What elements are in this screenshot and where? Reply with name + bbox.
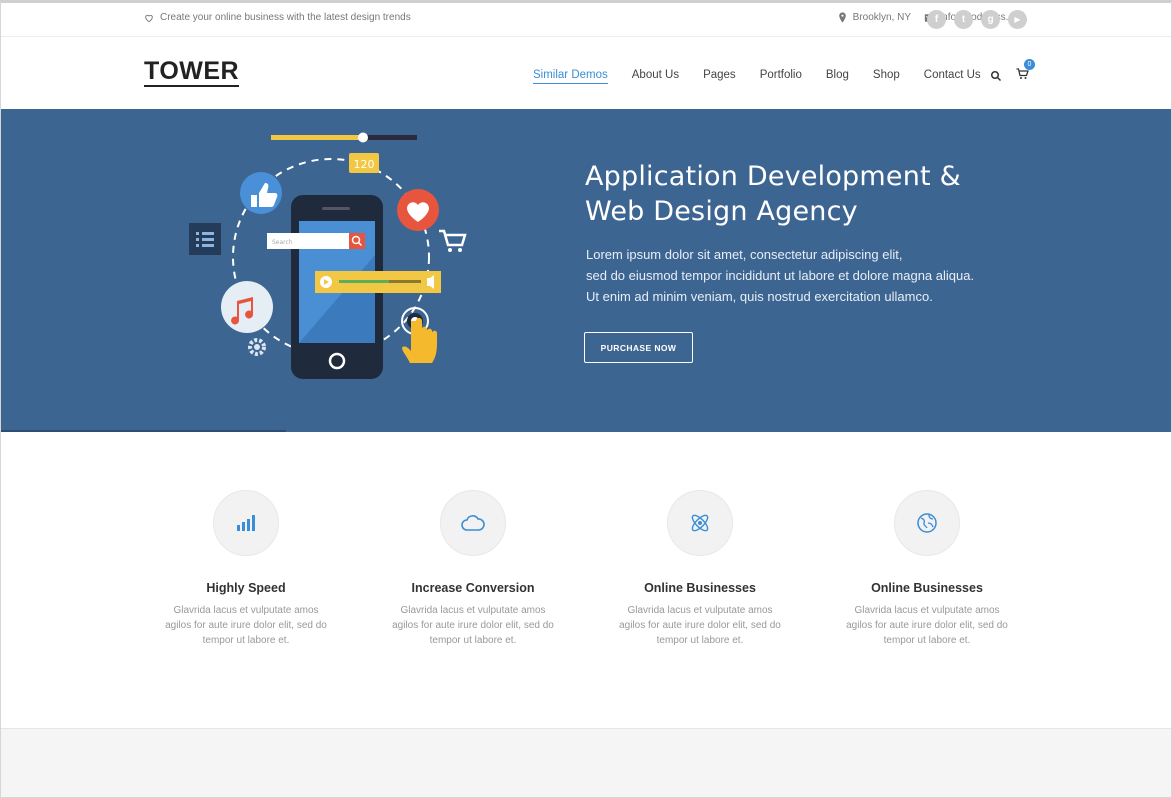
main-header: TOWER Similar Demos About Us Pages Portf… bbox=[1, 37, 1171, 109]
slider-knob bbox=[358, 132, 368, 143]
feature-text: Glavrida lacus et vulputate amos agilos … bbox=[165, 605, 327, 646]
nav-contact-us[interactable]: Contact Us bbox=[924, 69, 981, 84]
atom-icon bbox=[691, 514, 709, 532]
hero-lead: Lorem ipsum dolor sit amet, consectetur … bbox=[586, 244, 974, 307]
value-badge-text: 120 bbox=[354, 158, 375, 171]
hero-section: 120 Search Application Development & Web… bbox=[1, 109, 1171, 432]
site-logo[interactable]: TOWER bbox=[144, 57, 240, 87]
cloud-icon bbox=[461, 515, 485, 531]
feature-card: Online Businesses Glavrida lacus et vulp… bbox=[600, 490, 800, 648]
cart-count-badge: 0 bbox=[1024, 59, 1035, 70]
feature-card: Online Businesses Glavrida lacus et vulp… bbox=[827, 490, 1027, 648]
features-section: Highly Speed Glavrida lacus et vulputate… bbox=[1, 432, 1171, 728]
facebook-icon[interactable]: f bbox=[927, 10, 946, 29]
header-icons: 0 bbox=[990, 59, 1035, 85]
nav-portfolio[interactable]: Portfolio bbox=[760, 69, 802, 84]
tagline: Create your online business with the lat… bbox=[144, 12, 411, 23]
touch-hand-icon bbox=[401, 307, 437, 363]
googleplus-icon[interactable]: g bbox=[981, 10, 1000, 29]
hero-lead-line3: Ut enim ad minim veniam, quis nostrud ex… bbox=[586, 289, 933, 304]
feature-icon-circle bbox=[667, 490, 733, 556]
hero-lead-line2: sed do eiusmod tempor incididunt ut labo… bbox=[586, 268, 975, 283]
feature-title: Increase Conversion bbox=[411, 581, 535, 595]
main-nav: Similar Demos About Us Pages Portfolio B… bbox=[533, 69, 1005, 84]
illus-search-text: Search bbox=[272, 239, 293, 246]
heart-outline-icon bbox=[145, 14, 153, 22]
gear-icon bbox=[248, 338, 266, 356]
purchase-now-button[interactable]: PURCHASE NOW bbox=[584, 332, 693, 363]
music-note-icon bbox=[221, 281, 273, 333]
shopping-cart-icon bbox=[439, 229, 467, 252]
cart-button[interactable]: 0 bbox=[1016, 59, 1035, 85]
search-icon[interactable] bbox=[990, 70, 1002, 82]
feature-icon-circle bbox=[213, 490, 279, 556]
twitter-icon[interactable]: t bbox=[954, 10, 973, 29]
nav-similar-demos[interactable]: Similar Demos bbox=[533, 69, 608, 84]
nav-pages[interactable]: Pages bbox=[703, 69, 736, 84]
hero-title-line1: Application Development & bbox=[585, 161, 961, 192]
hero-title-line2: Web Design Agency bbox=[585, 196, 858, 227]
feature-card: Highly Speed Glavrida lacus et vulputate… bbox=[146, 490, 346, 648]
tagline-text: Create your online business with the lat… bbox=[160, 12, 411, 23]
feature-title: Online Businesses bbox=[644, 581, 756, 595]
app-illustration: 120 Search bbox=[189, 132, 467, 379]
footer-band bbox=[1, 728, 1171, 797]
nav-shop[interactable]: Shop bbox=[873, 69, 900, 84]
hero-lead-line1: Lorem ipsum dolor sit amet, consectetur … bbox=[586, 247, 903, 262]
map-pin-icon bbox=[838, 12, 846, 23]
location-info: Brooklyn, NY bbox=[838, 12, 911, 23]
feature-title: Highly Speed bbox=[206, 581, 286, 595]
nav-about-us[interactable]: About Us bbox=[632, 69, 679, 84]
slider-fill bbox=[271, 135, 363, 140]
hero-title: Application Development & Web Design Age… bbox=[585, 159, 961, 229]
feature-icon-circle bbox=[440, 490, 506, 556]
feature-icon-circle bbox=[894, 490, 960, 556]
nav-blog[interactable]: Blog bbox=[826, 69, 849, 84]
feature-text: Glavrida lacus et vulputate amos agilos … bbox=[846, 605, 1008, 646]
youtube-icon[interactable]: ▶ bbox=[1008, 10, 1027, 29]
feature-title: Online Businesses bbox=[871, 581, 983, 595]
social-links: f t g ▶ bbox=[927, 10, 1027, 29]
globe-icon bbox=[917, 513, 937, 533]
location-text: Brooklyn, NY bbox=[852, 12, 911, 23]
bar-chart-icon bbox=[237, 515, 255, 531]
feature-card: Increase Conversion Glavrida lacus et vu… bbox=[373, 490, 573, 648]
feature-text: Glavrida lacus et vulputate amos agilos … bbox=[619, 605, 781, 646]
feature-text: Glavrida lacus et vulputate amos agilos … bbox=[392, 605, 554, 646]
top-bar: Create your online business with the lat… bbox=[1, 3, 1171, 37]
browser-frame: Create your online business with the lat… bbox=[0, 0, 1172, 798]
